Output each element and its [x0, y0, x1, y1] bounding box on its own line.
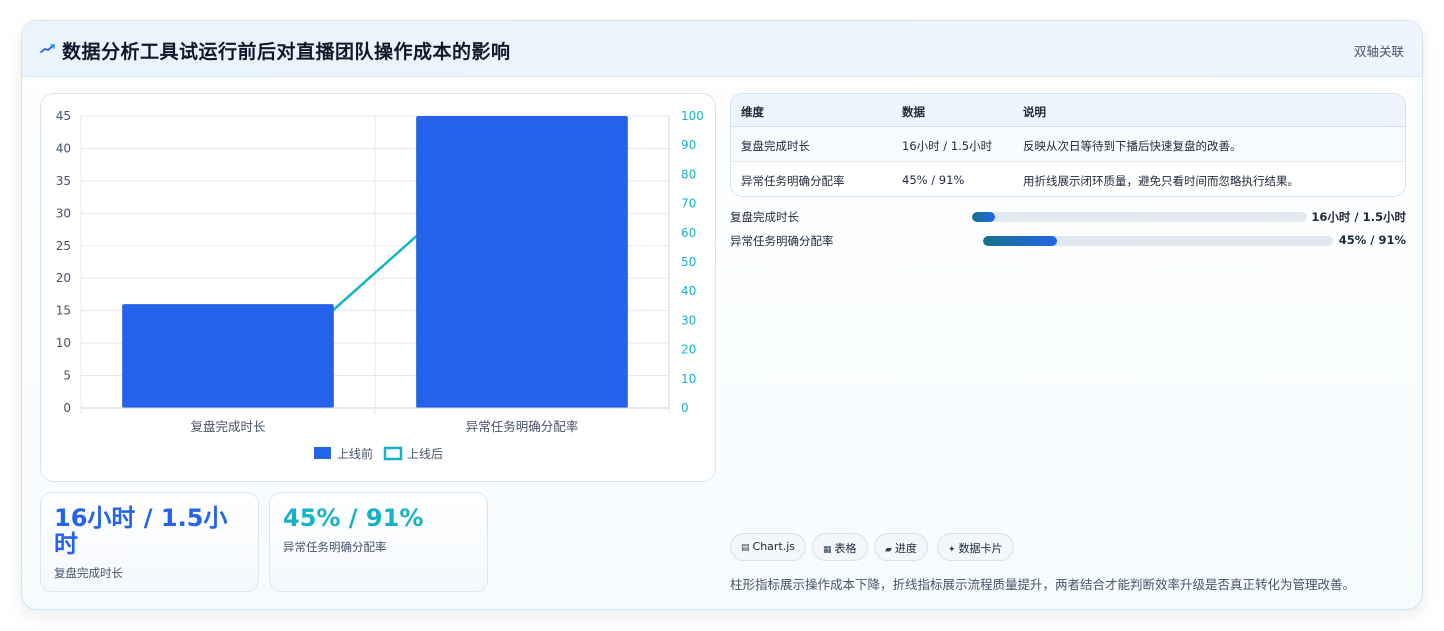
- y-right-tick-label: 100: [681, 109, 704, 123]
- chip-progress[interactable]: ▰ 进度: [874, 533, 928, 561]
- progress-icon: ▰: [885, 545, 892, 555]
- chip-label: Chart.js: [752, 540, 796, 553]
- y-right-tick-label: 0: [681, 401, 689, 415]
- column-header: 数据: [902, 105, 925, 119]
- bar: [416, 116, 628, 408]
- kpi-card-assignment-rate: 45% / 91% 异常任务明确分配率: [269, 492, 488, 592]
- kpi-value: 16小时 / 1.5小时: [54, 504, 228, 558]
- chart-mode-tag: 双轴关联: [1353, 44, 1404, 59]
- y-left-tick-label: 15: [56, 304, 71, 318]
- y-right-tick-label: 20: [681, 343, 696, 357]
- table-header-row: 维度 数据 说明: [731, 94, 1405, 127]
- progress-label: 复盘完成时长: [730, 210, 799, 224]
- chart-legend: 上线前 上线后: [314, 446, 443, 461]
- kpi-label: 复盘完成时长: [54, 566, 123, 580]
- chip-label: 表格: [834, 542, 857, 555]
- table-cell: 用折线展示闭环质量，避免只看时间而忽略执行结果。: [1023, 174, 1299, 188]
- kpi-card-review-time: 16小时 / 1.5小时 复盘完成时长: [40, 492, 259, 592]
- table-row: 异常任务明确分配率 45% / 91% 用折线展示闭环质量，避免只看时间而忽略执…: [731, 162, 1405, 196]
- table-cell: 复盘完成时长: [741, 139, 810, 153]
- kpi-label: 异常任务明确分配率: [283, 540, 387, 554]
- y-left-tick-label: 35: [56, 174, 71, 188]
- table-cell: 异常任务明确分配率: [741, 174, 845, 188]
- chart-panel: 0 5 10 15 20 25 30 35 40 45 0 10 20 30 40 50 60 70 80 90 100…: [40, 93, 716, 482]
- y-left-tick-label: 30: [56, 206, 71, 220]
- chart-icon: ▤: [741, 543, 750, 553]
- chip-label: 进度: [894, 542, 917, 555]
- y-right-tick-label: 70: [681, 197, 696, 211]
- y-left-tick-label: 0: [63, 401, 71, 415]
- column-header: 说明: [1023, 105, 1046, 119]
- table-row: 复盘完成时长 16小时 / 1.5小时 反映从次日等待到下播后快速复盘的改善。: [731, 127, 1405, 162]
- y-left-tick-label: 25: [56, 239, 71, 253]
- sparkle-icon: ✦: [948, 545, 956, 555]
- chip-label: 数据卡片: [958, 542, 1003, 555]
- table-icon: ▦: [823, 545, 832, 555]
- y-right-tick-label: 90: [681, 138, 696, 152]
- y-right-tick-label: 10: [681, 372, 696, 386]
- x-tick-label: 异常任务明确分配率: [466, 419, 579, 434]
- progress-fill: [983, 236, 1057, 246]
- dual-axis-chart: 0 5 10 15 20 25 30 35 40 45 0 10 20 30 40 50 60 70 80 90 100…: [56, 109, 704, 461]
- y-left-tick-label: 40: [56, 141, 71, 155]
- y-right-tick-label: 40: [681, 284, 696, 298]
- card-header: 数据分析工具试运行前后对直播团队操作成本的影响 双轴关联: [22, 21, 1422, 77]
- x-tick-label: 复盘完成时长: [190, 419, 266, 434]
- chip-table[interactable]: ▦ 表格: [812, 533, 868, 561]
- column-header: 维度: [741, 105, 764, 119]
- table-cell: 16小时 / 1.5小时: [902, 139, 993, 153]
- y-left-tick-label: 45: [56, 109, 71, 123]
- y-right-tick-label: 60: [681, 226, 696, 240]
- legend-swatch-bar: [314, 447, 331, 459]
- chip-data-card[interactable]: ✦ 数据卡片: [937, 533, 1014, 561]
- table-cell: 45% / 91%: [902, 173, 965, 187]
- progress-value: 45% / 91%: [1338, 233, 1406, 247]
- progress-label: 异常任务明确分配率: [730, 234, 834, 248]
- y-right-tick-label: 30: [681, 313, 696, 327]
- metrics-table: 维度 数据 说明 复盘完成时长 16小时 / 1.5小时 反映从次日等待到下播后…: [730, 93, 1406, 197]
- progress-row-assignment-rate: 异常任务明确分配率 45% / 91%: [730, 231, 1406, 249]
- y-left-tick-label: 20: [56, 271, 71, 285]
- progress-track: [983, 236, 1333, 246]
- y-left-tick-label: 5: [63, 369, 71, 383]
- chip-chartjs[interactable]: ▤ Chart.js: [730, 533, 807, 561]
- progress-fill: [972, 212, 996, 222]
- kpi-value: 45% / 91%: [283, 504, 424, 532]
- progress-value: 16小时 / 1.5小时: [1311, 210, 1406, 224]
- y-left-tick-label: 10: [56, 336, 71, 350]
- progress-track: [972, 212, 1307, 222]
- legend-swatch-line: [383, 446, 403, 461]
- bar: [122, 304, 334, 408]
- progress-row-review-time: 复盘完成时长 16小时 / 1.5小时: [730, 207, 1406, 225]
- chart-footnote: 柱形指标展示操作成本下降，折线指标展示流程质量提升，两者结合才能判断效率升级是否…: [730, 577, 1356, 592]
- trend-icon: [40, 44, 55, 53]
- y-right-tick-label: 80: [681, 167, 696, 181]
- table-cell: 反映从次日等待到下播后快速复盘的改善。: [1023, 139, 1242, 153]
- report-card: 数据分析工具试运行前后对直播团队操作成本的影响 双轴关联 0 5 10 15 20 25 3…: [21, 20, 1423, 610]
- y-right-tick-label: 50: [681, 255, 696, 269]
- legend-label: 上线前: [337, 446, 373, 461]
- legend-label: 上线后: [407, 447, 443, 461]
- page-title: 数据分析工具试运行前后对直播团队操作成本的影响: [62, 41, 511, 63]
